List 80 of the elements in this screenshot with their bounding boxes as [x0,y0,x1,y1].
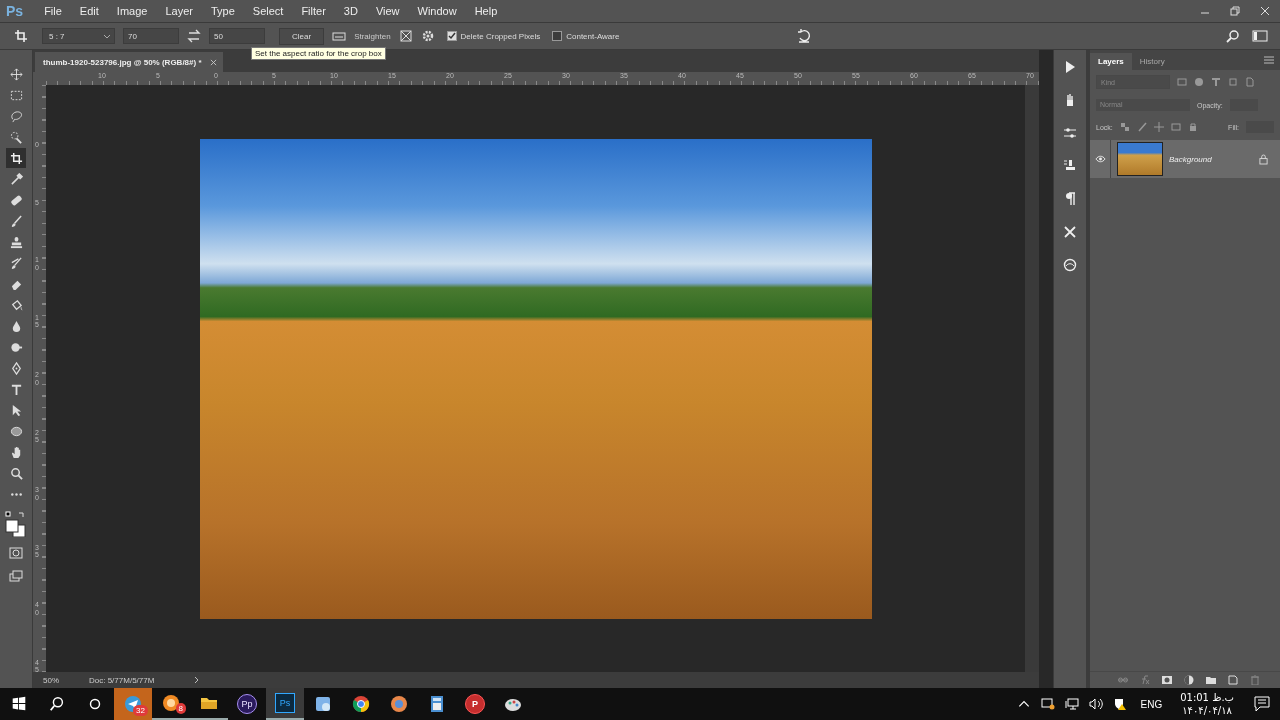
folder-icon[interactable] [1206,675,1216,685]
panel-tab[interactable]: History [1131,53,1173,70]
document-tab[interactable]: thumb-1920-523796.jpg @ 50% (RGB/8#) * [35,52,223,72]
app-logo: Ps [275,693,295,713]
paragraph-icon[interactable] [1063,192,1077,206]
taskbar-app[interactable]: 32 [114,688,152,720]
close-icon[interactable] [209,58,217,66]
app-logo: P [465,694,485,714]
level-icon[interactable] [332,29,347,43]
settings-icon[interactable] [420,29,435,43]
quick-mask-icon[interactable] [9,546,23,560]
crop-icon[interactable] [14,29,28,43]
swap-icon[interactable] [187,29,201,43]
checkbox-label[interactable]: Content-Aware [566,31,620,41]
height-field[interactable]: 50 [209,28,265,44]
play-icon[interactable] [1063,60,1077,74]
ratio-dropdown[interactable]: 5 : 7 [42,28,115,44]
notification-badge: 32 [133,705,148,716]
brush-icon[interactable] [1136,122,1147,132]
menu-item[interactable]: Type [201,5,244,17]
clock[interactable]: 01:01 ب.ظ ۱۴۰۴/۰۴/۱۸ [1170,691,1244,717]
screen-mode-icon[interactable] [9,569,23,583]
notification-badge: 8 [175,703,186,714]
checkbox[interactable] [446,31,457,41]
input-language[interactable]: ENG [1132,698,1171,710]
eye-icon[interactable] [1094,155,1106,163]
taskbar-app[interactable]: Ps [266,688,304,720]
layer-row[interactable]: Background [1090,140,1280,178]
lock-icon[interactable] [1187,122,1198,132]
menu-item[interactable]: 3D [334,5,367,17]
checkbox-label[interactable]: Delete Cropped Pixels [460,31,541,41]
document-size: Doc: 5/77M/5/77M [88,675,156,685]
checkbox[interactable] [552,31,563,41]
search-icon[interactable] [1226,29,1240,43]
globe-app-icon [351,694,371,714]
new-layer-icon[interactable] [1228,675,1238,685]
grid-overlay-icon[interactable] [398,29,413,43]
menu-item[interactable]: Select [243,5,293,17]
type-filter-icon[interactable] [1211,77,1221,87]
lock-icon[interactable] [1259,153,1268,165]
photos-app-icon [313,694,333,714]
sliders-icon[interactable] [1063,126,1077,140]
clock-date: ۱۴۰۴/۰۴/۱۸ [1182,704,1232,717]
color-swatches-icon[interactable] [5,511,27,537]
menu-item[interactable]: File [35,5,71,17]
menu-item[interactable]: Help [465,5,507,17]
caret-icon [103,33,111,39]
menu-item[interactable]: Filter [292,5,335,17]
menu-item[interactable]: Edit [70,5,108,17]
menu-item[interactable]: Image [107,5,157,17]
taskbar-app[interactable]: Pp [228,688,266,720]
crop-tool-icon[interactable] [6,148,26,168]
taskbar-app[interactable]: P [456,688,494,720]
clear-button[interactable]: Clear [279,27,325,45]
straighten-label[interactable]: Straighten [354,31,391,41]
layer-name: Background [1169,154,1213,164]
menu-item[interactable]: View [366,5,409,17]
menu-item[interactable]: Layer [156,5,202,17]
taskbar-app[interactable]: 8 [152,688,190,720]
swirl-app-icon [161,693,181,713]
width-field[interactable]: 70 [123,28,179,44]
layer-thumbnail [1117,142,1163,176]
stamp-icon[interactable] [1063,159,1077,173]
adjustment-icon[interactable] [1184,675,1194,685]
zoom-level[interactable]: 50% [33,675,79,685]
clock-time: 01:01 ب.ظ [1180,691,1234,704]
mask-icon[interactable] [1162,675,1172,685]
tooltip: Set the aspect ratio for the crop box [251,46,386,60]
tools-icon[interactable] [1063,225,1077,239]
chevron-icon[interactable] [194,676,201,684]
menu-item[interactable]: Window [408,5,466,17]
app-logo: Ps [5,3,25,19]
vertical-scrollbar[interactable] [1025,85,1039,672]
panel-tab[interactable]: Layers [1090,53,1132,70]
libraries-icon[interactable] [1063,258,1077,272]
checker-icon[interactable] [1119,122,1130,132]
app-logo: Pp [237,694,257,714]
reset-icon[interactable] [797,29,812,43]
adjustment-filter-icon[interactable] [1194,77,1204,87]
sun-app-icon [389,694,409,714]
